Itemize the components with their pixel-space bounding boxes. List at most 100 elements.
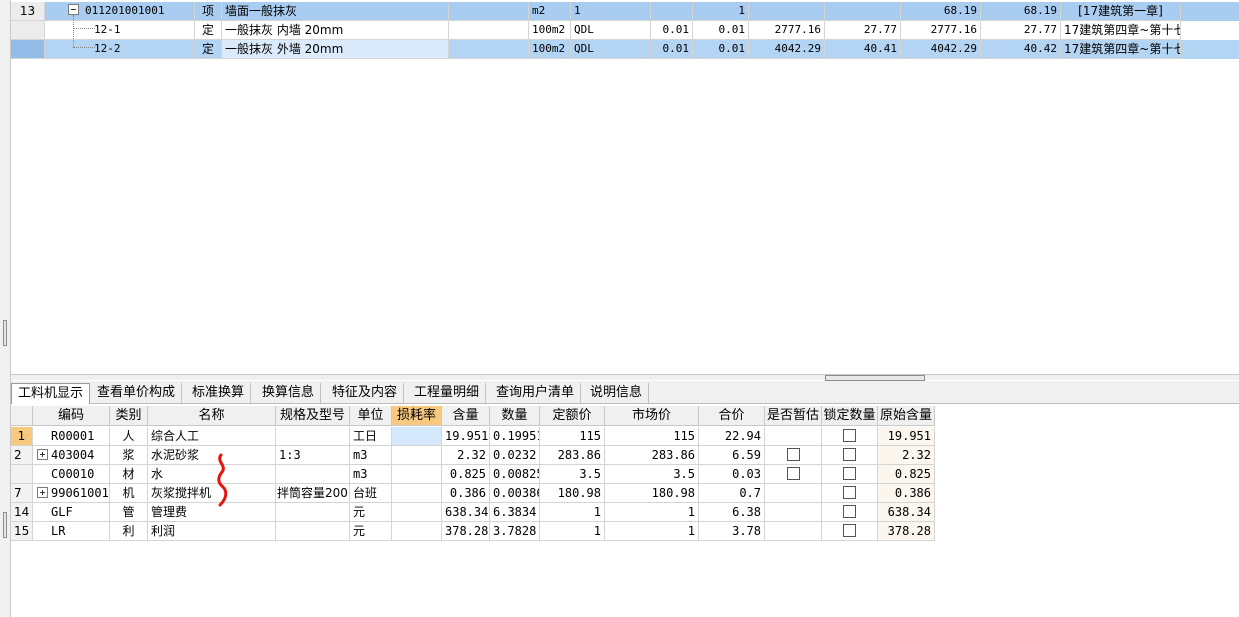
provisional-checkbox[interactable] bbox=[786, 467, 800, 480]
resource-quantity[interactable]: 0.00825 bbox=[490, 465, 540, 484]
resource-loss-rate[interactable] bbox=[392, 427, 442, 446]
resource-name[interactable]: 利润 bbox=[148, 522, 276, 541]
resource-name[interactable]: 综合人工 bbox=[148, 427, 276, 446]
resource-unit[interactable]: 台班 bbox=[350, 484, 392, 503]
item-col-f[interactable]: 40.42 bbox=[981, 40, 1061, 59]
resource-total[interactable]: 3.78 bbox=[699, 522, 765, 541]
col-header-name[interactable]: 名称 bbox=[148, 406, 276, 426]
item-qty-expr[interactable]: QDL bbox=[571, 40, 651, 59]
resource-loss-rate[interactable] bbox=[392, 484, 442, 503]
resource-total[interactable]: 6.38 bbox=[699, 503, 765, 522]
resource-spec[interactable]: 拌筒容量200 bbox=[276, 484, 350, 503]
col-header-code[interactable]: 编码 bbox=[33, 406, 110, 426]
resource-category[interactable]: 材 bbox=[110, 465, 148, 484]
panel-splitter[interactable] bbox=[11, 374, 1239, 381]
resource-market-price[interactable]: 1 bbox=[605, 522, 699, 541]
table-row[interactable]: 12-1 定 一般抹灰 内墙 20mm 100m2 QDL 0.01 0.01 … bbox=[11, 21, 1239, 40]
resource-unit[interactable]: 工日 bbox=[350, 427, 392, 446]
lock-qty-checkbox[interactable] bbox=[843, 524, 856, 537]
splitter-grip[interactable] bbox=[3, 320, 7, 346]
item-unit[interactable]: 100m2 bbox=[529, 21, 571, 40]
item-spec[interactable] bbox=[449, 40, 529, 59]
resource-code-cell[interactable]: 990610010 bbox=[33, 484, 110, 503]
col-header-market-price[interactable]: 市场价 bbox=[605, 406, 699, 426]
resource-category[interactable]: 人 bbox=[110, 427, 148, 446]
tab-quantity-detail[interactable]: 工程量明细 bbox=[408, 383, 487, 403]
col-header-quantity[interactable]: 数量 bbox=[490, 406, 540, 426]
expand-icon[interactable] bbox=[37, 449, 48, 460]
resource-quota-price[interactable]: 3.5 bbox=[540, 465, 605, 484]
lock-qty-checkbox[interactable] bbox=[843, 448, 856, 461]
item-col-b[interactable]: 1 bbox=[693, 2, 749, 21]
resource-total[interactable]: 0.7 bbox=[699, 484, 765, 503]
lock-qty-checkbox[interactable] bbox=[843, 467, 856, 480]
resource-content[interactable]: 378.28 bbox=[442, 522, 490, 541]
col-header-loss-rate[interactable]: 损耗率 bbox=[392, 406, 442, 426]
tab-description-info[interactable]: 说明信息 bbox=[584, 383, 650, 403]
resource-original-content[interactable]: 0.386 bbox=[878, 484, 935, 503]
resource-code[interactable]: GLF bbox=[33, 503, 110, 522]
resource-spec[interactable] bbox=[276, 522, 350, 541]
resource-content[interactable]: 2.32 bbox=[442, 446, 490, 465]
resource-quantity[interactable]: 3.7828 bbox=[490, 522, 540, 541]
lock-qty-checkbox[interactable] bbox=[843, 429, 856, 442]
item-chapter[interactable]: 17建筑第四章~第十七 bbox=[1061, 21, 1181, 40]
resource-total[interactable]: 6.59 bbox=[699, 446, 765, 465]
item-col-a[interactable]: 0.01 bbox=[651, 21, 693, 40]
resource-loss-rate[interactable] bbox=[392, 465, 442, 484]
item-col-e[interactable]: 4042.29 bbox=[901, 40, 981, 59]
item-spec[interactable] bbox=[449, 21, 529, 40]
tab-conversion-info[interactable]: 换算信息 bbox=[256, 383, 322, 403]
resource-spec[interactable] bbox=[276, 427, 350, 446]
resource-content[interactable]: 0.386 bbox=[442, 484, 490, 503]
resource-quota-price[interactable]: 180.98 bbox=[540, 484, 605, 503]
lock-qty-checkbox[interactable] bbox=[843, 505, 856, 518]
table-row[interactable]: 14 GLF 管 管理费 元 638.34 6.3834 1 1 6.38 63… bbox=[11, 503, 935, 522]
item-col-c[interactable]: 2777.16 bbox=[749, 21, 825, 40]
resource-original-content[interactable]: 378.28 bbox=[878, 522, 935, 541]
resource-original-content[interactable]: 638.34 bbox=[878, 503, 935, 522]
splitter-grip[interactable] bbox=[3, 512, 7, 538]
resource-code[interactable]: C00010 bbox=[33, 465, 110, 484]
resource-loss-rate[interactable] bbox=[392, 522, 442, 541]
tab-standard-conversion[interactable]: 标准换算 bbox=[186, 383, 252, 403]
item-chapter[interactable]: 17建筑第四章~第十七 bbox=[1061, 40, 1181, 59]
table-row[interactable]: C00010 材 水 m3 0.825 0.00825 3.5 3.5 0.03… bbox=[11, 465, 935, 484]
resource-total[interactable]: 22.94 bbox=[699, 427, 765, 446]
resource-quota-price[interactable]: 283.86 bbox=[540, 446, 605, 465]
resource-unit[interactable]: 元 bbox=[350, 522, 392, 541]
col-header-spec[interactable]: 规格及型号 bbox=[276, 406, 350, 426]
item-unit[interactable]: m2 bbox=[529, 2, 571, 21]
resource-code-cell[interactable]: 403004 bbox=[33, 446, 110, 465]
expand-icon[interactable] bbox=[37, 487, 48, 498]
item-col-b[interactable]: 0.01 bbox=[693, 40, 749, 59]
resource-loss-rate[interactable] bbox=[392, 503, 442, 522]
lock-qty-checkbox[interactable] bbox=[843, 486, 856, 499]
resource-quantity[interactable]: 0.00386 bbox=[490, 484, 540, 503]
item-qty-expr[interactable]: 1 bbox=[571, 2, 651, 21]
resource-spec[interactable]: 1:3 bbox=[276, 446, 350, 465]
resource-category[interactable]: 机 bbox=[110, 484, 148, 503]
table-row[interactable]: 15 LR 利 利润 元 378.28 3.7828 1 1 3.78 378.… bbox=[11, 522, 935, 541]
resource-code[interactable]: R00001 bbox=[33, 427, 110, 446]
tab-user-list-query[interactable]: 查询用户清单 bbox=[490, 383, 582, 403]
col-header-category[interactable]: 类别 bbox=[110, 406, 148, 426]
item-type[interactable]: 定 bbox=[195, 21, 222, 40]
resource-original-content[interactable]: 19.951 bbox=[878, 427, 935, 446]
resource-code[interactable]: LR bbox=[33, 522, 110, 541]
resource-quota-price[interactable]: 1 bbox=[540, 503, 605, 522]
item-chapter[interactable]: [17建筑第一章] bbox=[1061, 2, 1181, 21]
resource-quantity[interactable]: 0.0232 bbox=[490, 446, 540, 465]
table-row[interactable]: 13 011201001001 项 墙面一般抹灰 m2 1 1 68.19 68… bbox=[11, 2, 1239, 21]
col-header-total[interactable]: 合价 bbox=[699, 406, 765, 426]
resource-quantity[interactable]: 6.3834 bbox=[490, 503, 540, 522]
table-row[interactable]: 2 403004 浆 水泥砂浆 1:3 m3 2.32 0.0232 283.8… bbox=[11, 446, 935, 465]
resource-quota-price[interactable]: 115 bbox=[540, 427, 605, 446]
item-col-b[interactable]: 0.01 bbox=[693, 21, 749, 40]
resource-market-price[interactable]: 180.98 bbox=[605, 484, 699, 503]
col-header-lock-qty[interactable]: 锁定数量 bbox=[822, 406, 878, 426]
item-col-a[interactable]: 0.01 bbox=[651, 40, 693, 59]
resource-original-content[interactable]: 0.825 bbox=[878, 465, 935, 484]
item-unit[interactable]: 100m2 bbox=[529, 40, 571, 59]
item-col-a[interactable] bbox=[651, 2, 693, 21]
